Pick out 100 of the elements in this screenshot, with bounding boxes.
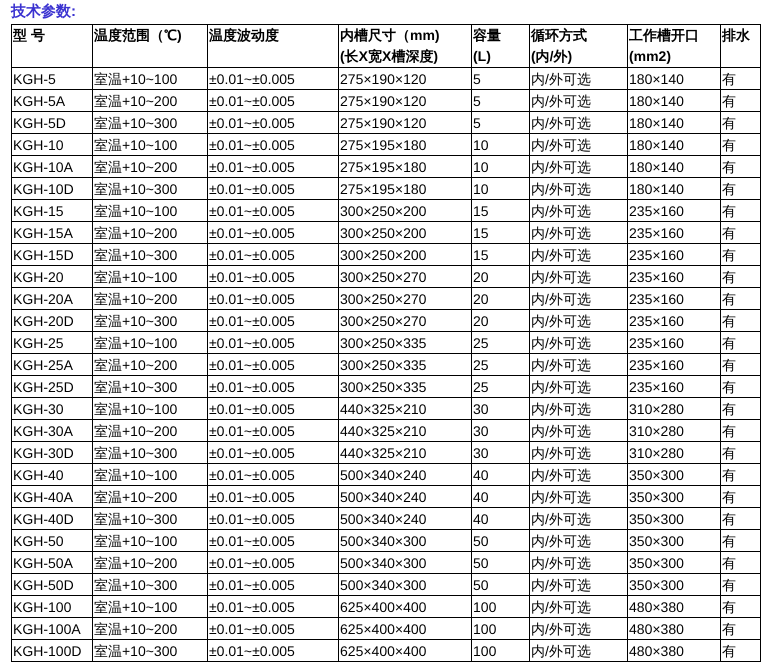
table-cell: 室温+10~200 — [94, 422, 178, 438]
table-cell: ±0.01~±0.005 — [209, 312, 295, 328]
table-cell: 25 — [473, 378, 489, 394]
table-cell: 235×160 — [629, 224, 684, 240]
table-cell: KGH-25 — [13, 334, 64, 350]
table-cell: 室温+10~100 — [94, 70, 178, 86]
table-cell: 内/外可选 — [531, 202, 591, 218]
table-cell: 440×325×210 — [340, 400, 426, 416]
table-cell: 310×280 — [629, 422, 684, 438]
table-cell: 有 — [722, 268, 736, 284]
table-cell: 300×250×335 — [340, 378, 426, 394]
table-cell: 内/外可选 — [531, 466, 591, 482]
table-cell: 300×250×335 — [340, 356, 426, 372]
table-cell: KGH-10A — [13, 158, 73, 174]
column-header: 工作槽开口 (mm2) — [629, 26, 699, 66]
table-cell: 内/外可选 — [531, 180, 591, 196]
table-cell: 440×325×210 — [340, 422, 426, 438]
table-cell: 内/外可选 — [531, 488, 591, 504]
table-cell: 300×250×270 — [340, 268, 426, 284]
table-cell: KGH-15 — [13, 202, 64, 218]
table-cell: KGH-5D — [13, 114, 66, 130]
table-cell: 室温+10~100 — [94, 202, 178, 218]
table-cell: 有 — [722, 180, 736, 196]
table-cell: ±0.01~±0.005 — [209, 642, 295, 658]
table-cell: 40 — [473, 466, 489, 482]
table-cell: 50 — [473, 532, 489, 548]
table-cell: 310×280 — [629, 400, 684, 416]
column-header: 容量 (L) — [473, 26, 501, 66]
table-cell: 5 — [473, 70, 481, 86]
table-cell: 5 — [473, 114, 481, 130]
table-cell: 室温+10~100 — [94, 532, 178, 548]
table-cell: 内/外可选 — [531, 158, 591, 174]
table-cell: ±0.01~±0.005 — [209, 378, 295, 394]
table-cell: 480×380 — [629, 620, 684, 636]
table-cell: 500×340×240 — [340, 466, 426, 482]
table-cell: 440×325×210 — [340, 444, 426, 460]
table-cell: 内/外可选 — [531, 92, 591, 108]
table-cell: ±0.01~±0.005 — [209, 92, 295, 108]
table-cell: 500×340×300 — [340, 554, 426, 570]
table-cell: 内/外可选 — [531, 444, 591, 460]
table-cell: 625×400×400 — [340, 598, 426, 614]
table-cell: KGH-25D — [13, 378, 74, 394]
table-cell: 40 — [473, 510, 489, 526]
table-cell: 有 — [722, 466, 736, 482]
table-cell: KGH-50 — [13, 532, 64, 548]
table-cell: 275×195×180 — [340, 158, 426, 174]
table-cell: ±0.01~±0.005 — [209, 70, 295, 86]
table-cell: 有 — [722, 488, 736, 504]
table-cell: 室温+10~300 — [94, 312, 178, 328]
table-cell: 室温+10~100 — [94, 334, 178, 350]
table-cell: 内/外可选 — [531, 268, 591, 284]
table-cell: KGH-10D — [13, 180, 74, 196]
section-title: 技术参数: — [11, 3, 76, 20]
table-cell: 有 — [722, 444, 736, 460]
table-cell: 350×300 — [629, 466, 684, 482]
table-cell: 内/外可选 — [531, 620, 591, 636]
table-cell: 275×190×120 — [340, 114, 426, 130]
table-cell: 室温+10~200 — [94, 554, 178, 570]
table-cell: 有 — [722, 576, 736, 592]
table-cell: 15 — [473, 246, 489, 262]
table-cell: KGH-30A — [13, 422, 73, 438]
table-cell: 内/外可选 — [531, 422, 591, 438]
table-cell: 180×140 — [629, 92, 684, 108]
table-cell: KGH-50A — [13, 554, 73, 570]
table-cell: KGH-10 — [13, 136, 64, 152]
table-cell: 有 — [722, 158, 736, 174]
table-cell: 室温+10~200 — [94, 488, 178, 504]
table-cell: ±0.01~±0.005 — [209, 400, 295, 416]
table-cell: 室温+10~100 — [94, 136, 178, 152]
table-cell: ±0.01~±0.005 — [209, 180, 295, 196]
table-cell: KGH-50D — [13, 576, 74, 592]
table-cell: 室温+10~200 — [94, 92, 178, 108]
table-cell: 内/外可选 — [531, 510, 591, 526]
table-cell: 100 — [473, 598, 496, 614]
table-cell: 内/外可选 — [531, 532, 591, 548]
table-cell: 500×340×300 — [340, 576, 426, 592]
table-cell: ±0.01~±0.005 — [209, 136, 295, 152]
table-cell: ±0.01~±0.005 — [209, 620, 295, 636]
table-cell: ±0.01~±0.005 — [209, 466, 295, 482]
table-cell: 10 — [473, 136, 489, 152]
table-cell: ±0.01~±0.005 — [209, 510, 295, 526]
table-cell: 180×140 — [629, 70, 684, 86]
table-cell: 内/外可选 — [531, 136, 591, 152]
table-cell: KGH-15A — [13, 224, 73, 240]
table-cell: 内/外可选 — [531, 312, 591, 328]
table-cell: 500×340×240 — [340, 488, 426, 504]
table-cell: 有 — [722, 642, 736, 658]
column-header: 温度范围（℃) — [94, 26, 182, 45]
table-cell: 350×300 — [629, 488, 684, 504]
table-cell: 480×380 — [629, 642, 684, 658]
table-cell: 275×190×120 — [340, 92, 426, 108]
table-cell: ±0.01~±0.005 — [209, 268, 295, 284]
table-cell: 内/外可选 — [531, 598, 591, 614]
table-cell: KGH-100D — [13, 642, 82, 658]
table-cell: ±0.01~±0.005 — [209, 444, 295, 460]
table-cell: 内/外可选 — [531, 224, 591, 240]
table-cell: 室温+10~300 — [94, 246, 178, 262]
table-cell: ±0.01~±0.005 — [209, 488, 295, 504]
table-cell: KGH-40A — [13, 488, 73, 504]
table-cell: 室温+10~200 — [94, 356, 178, 372]
